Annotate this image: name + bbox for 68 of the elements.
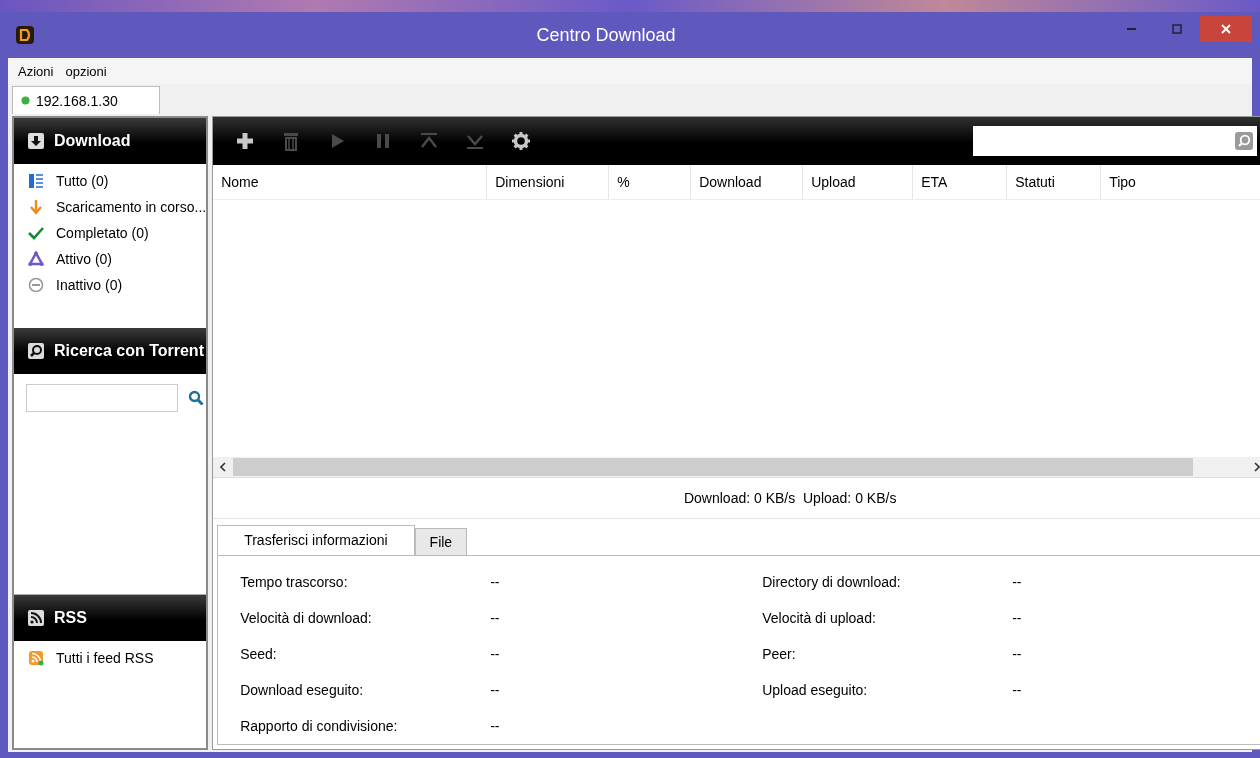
status-dot-icon bbox=[21, 96, 30, 105]
details-tab[interactable]: File bbox=[414, 528, 468, 555]
column-header[interactable]: Upload bbox=[803, 165, 914, 199]
field-value: -- bbox=[1012, 610, 1023, 626]
download-icon bbox=[28, 133, 44, 149]
menu-item[interactable]: opzioni bbox=[59, 63, 113, 79]
column-header[interactable]: Nome bbox=[213, 165, 488, 199]
minimize-icon bbox=[1126, 28, 1136, 30]
field-label: Upload eseguito: bbox=[762, 682, 869, 698]
search-field[interactable] bbox=[973, 126, 1258, 156]
search-button[interactable] bbox=[188, 390, 204, 406]
field-label: Seed: bbox=[240, 646, 278, 662]
column-header[interactable]: Dimensioni bbox=[487, 165, 610, 199]
sidebar-item[interactable]: Scaricamento in corso... bbox=[14, 194, 207, 220]
field-value: -- bbox=[490, 646, 501, 662]
column-header[interactable]: % bbox=[609, 165, 692, 199]
details-tab[interactable]: Trasferisci informazioni bbox=[217, 525, 415, 555]
speed-status: Download: 0 KB/s Upload: 0 KB/s bbox=[683, 490, 897, 506]
field-label: Rapporto di condivisione: bbox=[240, 718, 399, 734]
network-icon bbox=[28, 251, 44, 267]
list-icon bbox=[28, 173, 44, 189]
field-value: -- bbox=[1012, 682, 1023, 698]
app-logo-icon bbox=[16, 26, 34, 44]
search-icon bbox=[28, 343, 44, 359]
field-label: Download eseguito: bbox=[240, 682, 365, 698]
search-field[interactable] bbox=[26, 384, 178, 412]
field-label: Velocità di download: bbox=[240, 610, 373, 626]
sidebar-item[interactable]: Inattivo (0) bbox=[14, 272, 207, 298]
field-value: -- bbox=[490, 718, 501, 734]
field-value: -- bbox=[1012, 574, 1023, 590]
window-title: Centro Download bbox=[535, 24, 677, 46]
column-header[interactable]: ETA bbox=[913, 165, 1008, 199]
field-value: -- bbox=[490, 610, 501, 626]
scrollbar-thumb[interactable] bbox=[233, 458, 1194, 476]
field-value: -- bbox=[490, 682, 501, 698]
down-arrow-icon bbox=[28, 199, 44, 215]
gear-icon bbox=[511, 131, 532, 151]
section-header[interactable]: Download bbox=[14, 118, 207, 164]
field-value: -- bbox=[490, 574, 501, 590]
sidebar-item[interactable]: Attivo (0) bbox=[14, 246, 207, 272]
section-header[interactable]: RSS bbox=[14, 595, 207, 641]
close-button[interactable] bbox=[1200, 16, 1252, 42]
field-value: -- bbox=[1012, 646, 1023, 662]
rss-feed-icon bbox=[28, 650, 44, 666]
minus-circle-icon bbox=[28, 277, 44, 293]
rss-icon bbox=[28, 610, 44, 626]
column-header[interactable]: Statuti bbox=[1007, 165, 1102, 199]
menu-item[interactable]: Azioni bbox=[12, 63, 60, 79]
chevron-right-icon bbox=[1254, 462, 1260, 472]
check-icon bbox=[28, 225, 44, 241]
connection-tab[interactable]: 192.168.1.30 bbox=[12, 86, 160, 114]
horizontal-scrollbar[interactable] bbox=[213, 457, 1260, 478]
sidebar-item[interactable]: Tutto (0) bbox=[14, 168, 207, 194]
close-icon bbox=[1221, 24, 1231, 34]
search-icon bbox=[188, 390, 204, 406]
plus-icon bbox=[235, 131, 256, 151]
sidebar-item[interactable]: Tutti i feed RSS bbox=[14, 645, 207, 671]
field-label: Directory di download: bbox=[762, 574, 902, 590]
sidebar-item[interactable]: Completato (0) bbox=[14, 220, 207, 246]
section-header[interactable]: Ricerca con Torrent bbox=[14, 328, 207, 374]
column-header[interactable]: Download bbox=[691, 165, 804, 199]
maximize-icon bbox=[1172, 24, 1182, 34]
field-label: Velocità di upload: bbox=[762, 610, 877, 626]
field-label: Tempo trascorso: bbox=[240, 574, 349, 590]
chevron-left-icon bbox=[220, 462, 227, 472]
field-label: Peer: bbox=[762, 646, 797, 662]
column-header[interactable]: Tipo bbox=[1101, 165, 1260, 199]
search-icon bbox=[1235, 132, 1254, 150]
